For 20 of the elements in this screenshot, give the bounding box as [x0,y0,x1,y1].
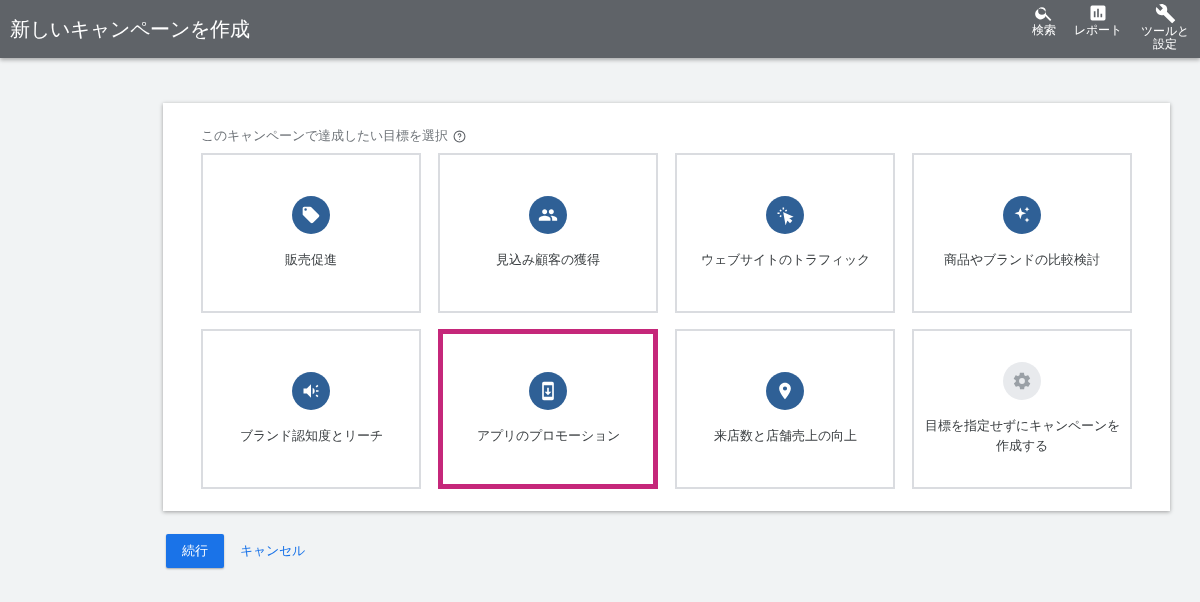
toolbar-button[interactable]: ツールと設定 [1138,1,1192,54]
toolbar-button[interactable]: 検索 [1030,1,1058,40]
goal-tile[interactable]: 見込み顧客の獲得 [438,153,658,313]
bar-chart-icon [1088,3,1108,23]
continue-button[interactable]: 続行 [166,534,224,568]
goal-tile[interactable]: 来店数と店舗売上の向上 [675,329,895,489]
cancel-button[interactable]: キャンセル [240,536,305,566]
goal-tile[interactable]: 目標を指定せずにキャンペーンを作成する [912,329,1132,489]
gear-icon [1012,370,1032,391]
page-title: 新しいキャンペーンを作成 [10,15,251,43]
toolbar-button[interactable]: レポート [1072,1,1124,40]
help-icon[interactable] [453,129,466,143]
tag-icon [301,204,321,225]
goal-tile[interactable]: ウェブサイトのトラフィック [675,153,895,313]
goal-prompt: このキャンペーンで達成したい目標を選択 [201,127,448,145]
goal-tile[interactable]: 販売促進 [201,153,421,313]
wrench-icon [1154,3,1176,24]
goal-tile[interactable]: アプリのプロモーション [438,329,658,489]
goal-tile[interactable]: 商品やブランドの比較検討 [912,153,1132,313]
goal-tile[interactable]: ブランド認知度とリーチ [201,329,421,489]
